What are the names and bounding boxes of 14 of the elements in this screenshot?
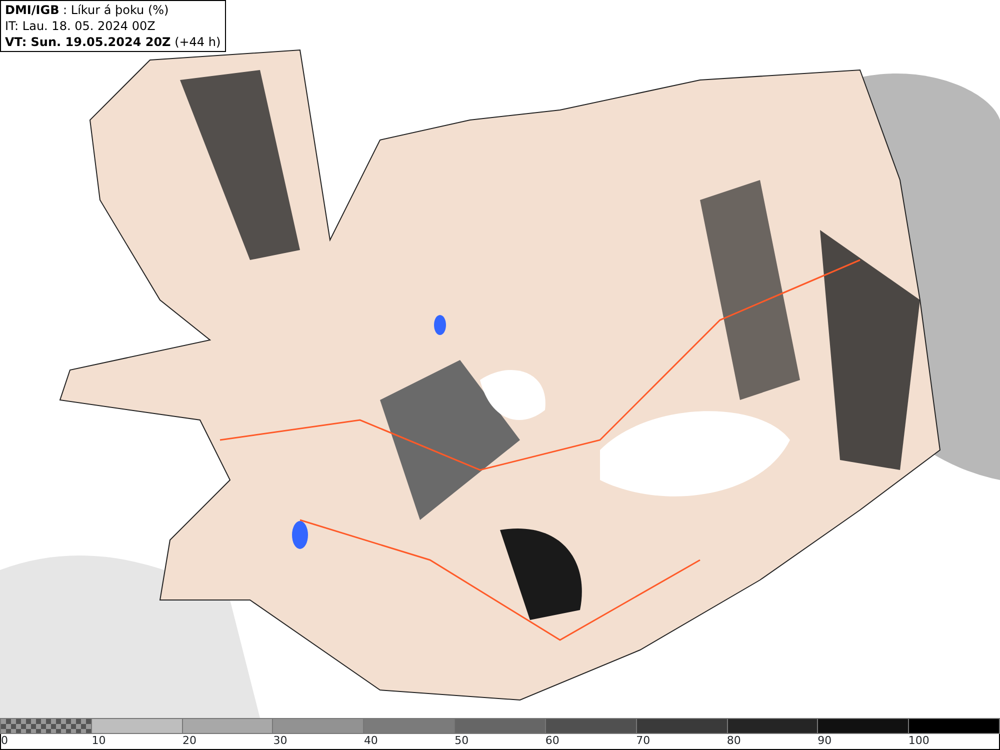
info-text: VT: Sun. 19.05.2024 20Z (+44 h) xyxy=(5,34,221,50)
legend-label: 90 xyxy=(818,734,832,748)
legend-label: 0 xyxy=(1,734,8,748)
legend-label: 10 xyxy=(92,734,106,748)
info-text: DMI/IGB : Líkur á þoku (%) xyxy=(5,2,170,18)
legend-label: 70 xyxy=(636,734,650,748)
legend-label: 40 xyxy=(364,734,378,748)
legend-label: 30 xyxy=(273,734,288,748)
legend-label: 60 xyxy=(545,734,560,748)
legend-label: 50 xyxy=(454,734,469,748)
info-text: IT: Lau. 18. 05. 2024 00Z xyxy=(5,18,156,34)
legend-label: 20 xyxy=(182,734,196,748)
legend-label: 100 xyxy=(908,734,930,748)
legend-label: 80 xyxy=(726,734,741,748)
